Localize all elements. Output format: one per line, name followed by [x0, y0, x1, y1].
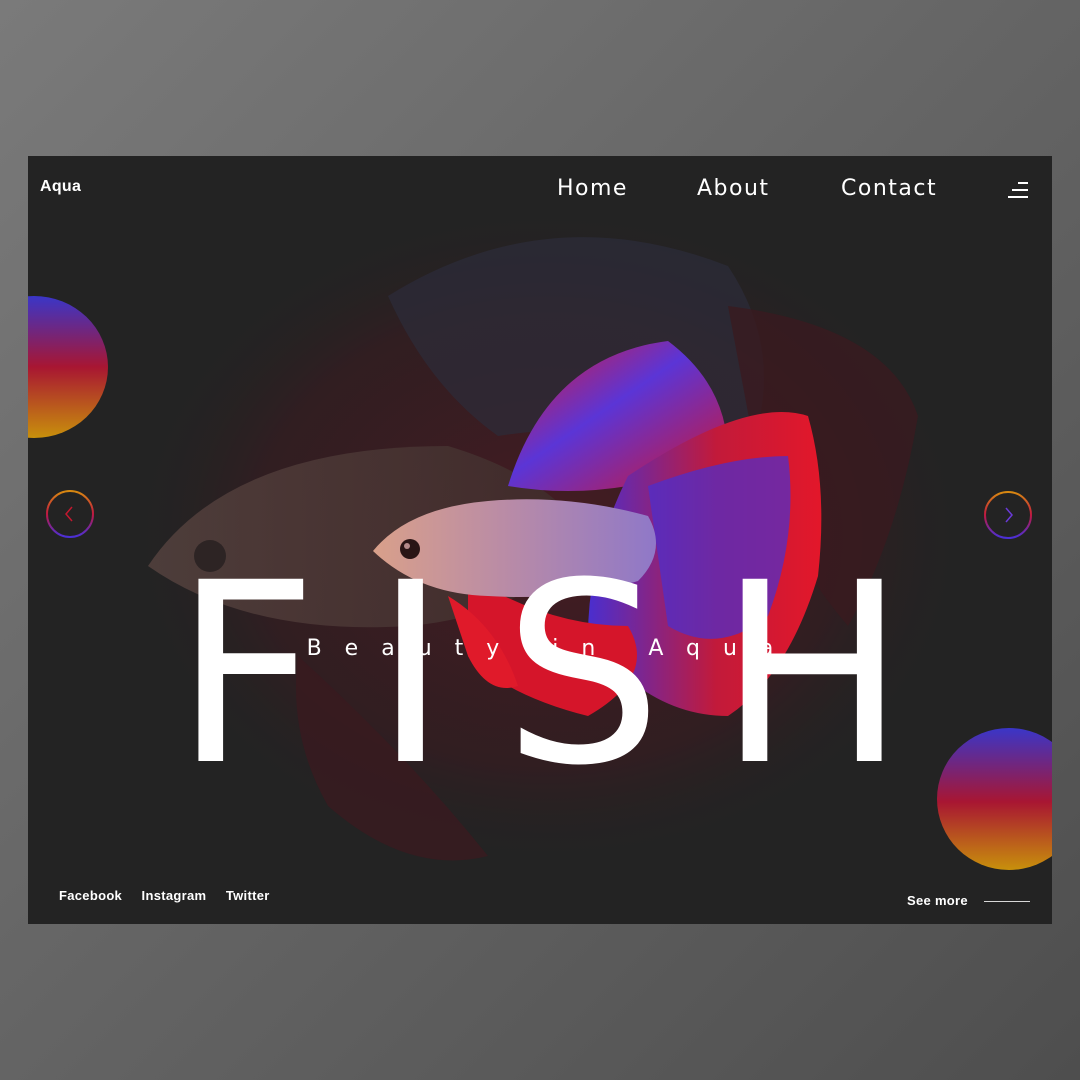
- hamburger-menu-icon[interactable]: [1006, 181, 1032, 201]
- see-more-divider: [984, 901, 1030, 902]
- hero-subtitle: Beauty in Aqua: [306, 636, 797, 661]
- chevron-right-icon: [984, 491, 1032, 539]
- chevron-left-icon: [46, 490, 94, 538]
- carousel-next-button[interactable]: [984, 491, 1032, 539]
- nav-about-link[interactable]: About: [697, 176, 770, 201]
- twitter-link[interactable]: Twitter: [226, 888, 270, 903]
- instagram-link[interactable]: Instagram: [142, 888, 207, 903]
- main-nav: Home About Contact: [28, 176, 1052, 206]
- facebook-link[interactable]: Facebook: [59, 888, 122, 903]
- nav-home-link[interactable]: Home: [557, 176, 628, 201]
- nav-contact-link[interactable]: Contact: [841, 176, 937, 201]
- see-more-link[interactable]: See more: [907, 893, 968, 908]
- landing-frame: Aqua Home About Contact FISH Beauty in A…: [28, 156, 1052, 924]
- carousel-prev-button[interactable]: [46, 490, 94, 538]
- social-links: Facebook Instagram Twitter: [59, 887, 285, 905]
- hero-title: FISH: [173, 528, 963, 820]
